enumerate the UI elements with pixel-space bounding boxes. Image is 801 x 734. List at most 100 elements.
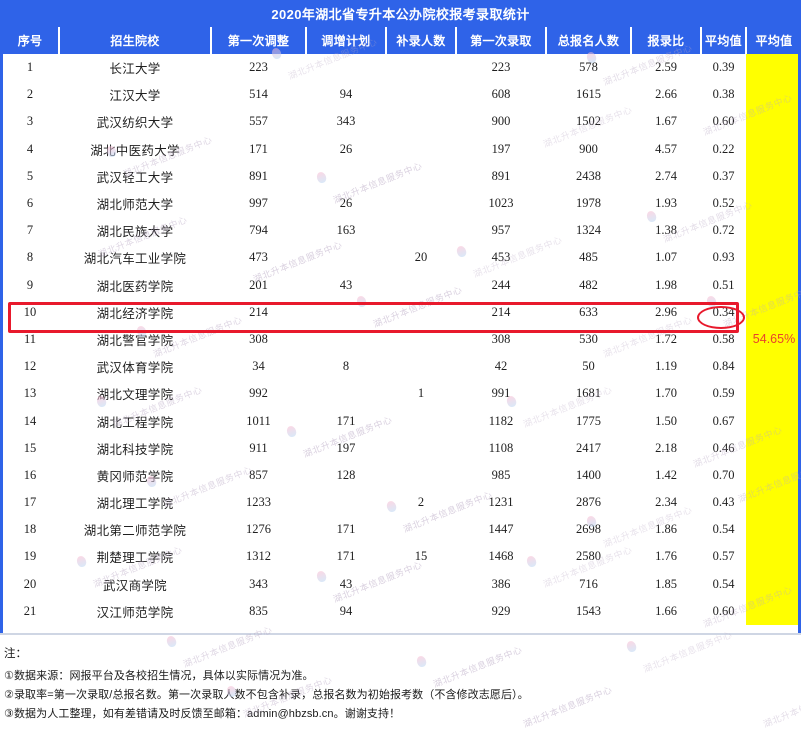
row-cell-total-applicants[interactable]: 2580 xyxy=(546,543,631,571)
row-cell-first-adjustment[interactable]: 557 xyxy=(211,108,306,136)
row-cell-average[interactable] xyxy=(746,597,801,625)
row-cell-first-adjustment[interactable]: 891 xyxy=(211,162,306,190)
row-cell-index[interactable]: 11 xyxy=(1,325,59,354)
row-cell-total-applicants[interactable]: 50 xyxy=(546,353,631,381)
row-cell-school[interactable]: 湖北警官学院 xyxy=(59,325,211,354)
row-cell-added-plan[interactable] xyxy=(306,244,386,272)
row-cell-school[interactable]: 武汉纺织大学 xyxy=(59,108,211,136)
row-cell-index[interactable]: 14 xyxy=(1,407,59,435)
table-row[interactable]: 18 湖北第二师范学院 1276 171 1447 2698 1.86 0.54 xyxy=(1,516,801,544)
row-cell-average[interactable] xyxy=(746,489,801,517)
row-cell-first-adjustment[interactable]: 223 xyxy=(211,54,306,82)
row-cell-enrollment-rate[interactable]: 0.84 xyxy=(701,353,746,381)
row-cell-enrollment-rate[interactable]: 0.54 xyxy=(701,516,746,544)
row-cell-first-enrollment[interactable]: 985 xyxy=(456,461,546,489)
row-cell-added-plan[interactable]: 43 xyxy=(306,271,386,299)
column-header-first-enrollment[interactable]: 第一次录取 xyxy=(455,27,547,54)
row-cell-enrollment-rate[interactable]: 0.93 xyxy=(701,244,746,272)
row-cell-first-adjustment[interactable]: 1276 xyxy=(211,516,306,544)
row-cell-first-enrollment[interactable]: 197 xyxy=(456,135,546,163)
row-cell-school[interactable]: 湖北第二师范学院 xyxy=(59,516,211,544)
row-cell-index[interactable]: 6 xyxy=(1,189,59,218)
row-cell-school[interactable]: 湖北师范大学 xyxy=(59,189,211,218)
row-cell-makeup-count[interactable] xyxy=(386,353,456,381)
row-cell-makeup-count[interactable] xyxy=(386,217,456,245)
row-cell-added-plan[interactable] xyxy=(306,380,386,408)
row-cell-index[interactable]: 17 xyxy=(1,489,59,517)
row-cell-first-enrollment[interactable]: 891 xyxy=(456,162,546,190)
row-cell-apply-enroll-ratio[interactable]: 1.67 xyxy=(631,108,701,136)
row-cell-first-enrollment[interactable]: 308 xyxy=(456,325,546,354)
row-cell-total-applicants[interactable]: 2698 xyxy=(546,516,631,544)
row-cell-index[interactable]: 4 xyxy=(1,135,59,163)
row-cell-enrollment-rate[interactable]: 0.37 xyxy=(701,162,746,190)
row-cell-apply-enroll-ratio[interactable]: 1.72 xyxy=(631,325,701,354)
row-cell-school[interactable]: 武汉轻工大学 xyxy=(59,162,211,190)
row-cell-enrollment-rate[interactable]: 0.60 xyxy=(701,108,746,136)
row-cell-first-enrollment[interactable]: 991 xyxy=(456,380,546,408)
row-cell-added-plan[interactable] xyxy=(306,54,386,82)
row-cell-school[interactable]: 江汉大学 xyxy=(59,81,211,109)
row-cell-total-applicants[interactable]: 1543 xyxy=(546,597,631,625)
row-cell-first-enrollment[interactable]: 957 xyxy=(456,217,546,245)
column-header-makeup-count[interactable]: 补录人数 xyxy=(385,27,457,54)
row-cell-enrollment-rate[interactable]: 0.70 xyxy=(701,461,746,489)
row-cell-makeup-count[interactable] xyxy=(386,434,456,462)
row-cell-enrollment-rate[interactable]: 0.60 xyxy=(701,597,746,625)
row-cell-first-enrollment[interactable]: 900 xyxy=(456,108,546,136)
table-row[interactable]: 14 湖北工程学院 1011 171 1182 1775 1.50 0.67 xyxy=(1,407,801,435)
row-cell-added-plan[interactable]: 43 xyxy=(306,570,386,598)
row-cell-first-enrollment[interactable]: 42 xyxy=(456,353,546,381)
row-cell-average[interactable] xyxy=(746,461,801,489)
row-cell-school[interactable]: 汉江师范学院 xyxy=(59,597,211,625)
row-cell-school[interactable]: 湖北经济学院 xyxy=(59,298,211,326)
row-cell-apply-enroll-ratio[interactable]: 1.70 xyxy=(631,380,701,408)
row-cell-makeup-count[interactable] xyxy=(386,108,456,136)
table-row[interactable]: 13 湖北文理学院 992 1 991 1681 1.70 0.59 xyxy=(1,380,801,408)
row-cell-first-enrollment[interactable]: 1182 xyxy=(456,407,546,435)
row-cell-total-applicants[interactable]: 716 xyxy=(546,570,631,598)
row-cell-added-plan[interactable]: 197 xyxy=(306,434,386,462)
row-cell-first-enrollment[interactable]: 1108 xyxy=(456,434,546,462)
table-row[interactable]: 21 汉江师范学院 835 94 929 1543 1.66 0.60 xyxy=(1,597,801,625)
row-cell-school[interactable]: 武汉体育学院 xyxy=(59,353,211,381)
row-cell-enrollment-rate[interactable]: 0.67 xyxy=(701,407,746,435)
row-cell-apply-enroll-ratio[interactable]: 2.59 xyxy=(631,54,701,82)
row-cell-first-enrollment[interactable]: 929 xyxy=(456,597,546,625)
row-cell-index[interactable]: 10 xyxy=(1,298,59,326)
table-row[interactable]: 10 湖北经济学院 214 214 633 2.96 0.34 xyxy=(1,298,801,326)
row-cell-school[interactable]: 黄冈师范学院 xyxy=(59,461,211,489)
row-cell-total-applicants[interactable]: 1978 xyxy=(546,189,631,218)
row-cell-makeup-count[interactable] xyxy=(386,407,456,435)
row-cell-total-applicants[interactable]: 482 xyxy=(546,271,631,299)
row-cell-first-adjustment[interactable]: 1011 xyxy=(211,407,306,435)
row-cell-first-adjustment[interactable]: 514 xyxy=(211,81,306,109)
row-cell-index[interactable]: 18 xyxy=(1,516,59,544)
row-cell-total-applicants[interactable]: 1502 xyxy=(546,108,631,136)
row-cell-apply-enroll-ratio[interactable]: 1.50 xyxy=(631,407,701,435)
row-cell-first-adjustment[interactable]: 992 xyxy=(211,380,306,408)
row-cell-added-plan[interactable]: 171 xyxy=(306,407,386,435)
row-cell-index[interactable]: 1 xyxy=(1,54,59,82)
row-cell-index[interactable]: 19 xyxy=(1,543,59,571)
row-cell-makeup-count[interactable]: 15 xyxy=(386,543,456,571)
row-cell-first-adjustment[interactable]: 1233 xyxy=(211,489,306,517)
row-cell-makeup-count[interactable] xyxy=(386,298,456,326)
row-cell-average[interactable] xyxy=(746,407,801,435)
row-cell-first-adjustment[interactable]: 794 xyxy=(211,217,306,245)
column-header-school[interactable]: 招生院校 xyxy=(58,27,212,54)
row-cell-enrollment-rate[interactable]: 0.38 xyxy=(701,81,746,109)
row-cell-apply-enroll-ratio[interactable]: 1.93 xyxy=(631,189,701,218)
row-cell-total-applicants[interactable]: 1615 xyxy=(546,81,631,109)
row-cell-first-enrollment[interactable]: 1231 xyxy=(456,489,546,517)
row-cell-apply-enroll-ratio[interactable]: 2.74 xyxy=(631,162,701,190)
row-cell-school[interactable]: 湖北科技学院 xyxy=(59,434,211,462)
row-cell-makeup-count[interactable] xyxy=(386,54,456,82)
row-cell-first-enrollment[interactable]: 223 xyxy=(456,54,546,82)
table-row[interactable]: 7 湖北民族大学 794 163 957 1324 1.38 0.72 xyxy=(1,217,801,245)
row-cell-average[interactable] xyxy=(746,244,801,272)
table-row[interactable]: 1 长江大学 223 223 578 2.59 0.39 xyxy=(1,54,801,82)
row-cell-first-enrollment[interactable]: 1468 xyxy=(456,543,546,571)
row-cell-total-applicants[interactable]: 2876 xyxy=(546,489,631,517)
row-cell-added-plan[interactable]: 94 xyxy=(306,81,386,109)
